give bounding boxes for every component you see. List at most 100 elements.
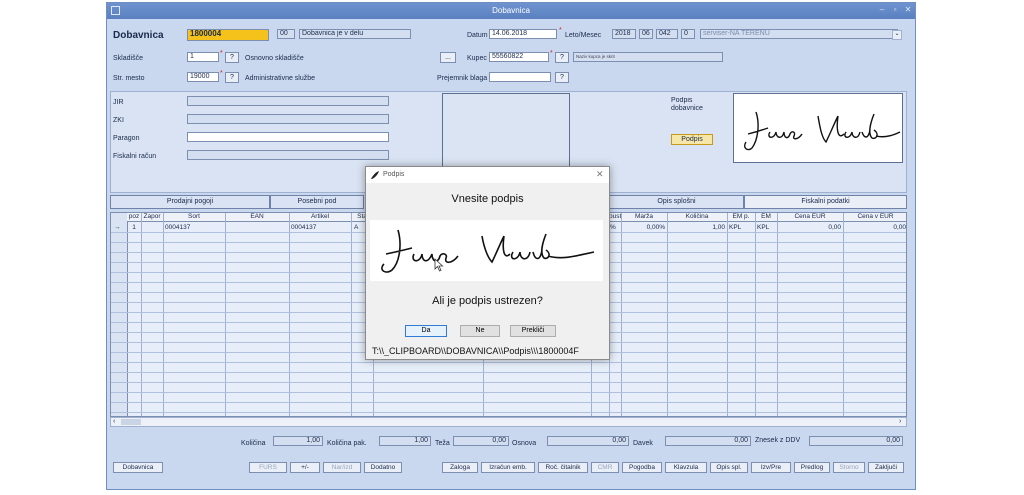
strmesto-lookup-button[interactable]: ?	[225, 72, 239, 83]
required-marker: *	[559, 27, 562, 34]
cell-emp[interactable]: KPL	[729, 223, 755, 232]
grid-line	[225, 213, 226, 416]
racun-label: Fiskalni račun	[113, 153, 157, 160]
minimize-icon[interactable]: –	[877, 5, 887, 15]
horizontal-scrollbar[interactable]: ‹ ›	[110, 417, 907, 427]
osnova-field: 0,00	[547, 436, 629, 446]
kupec-field[interactable]: 55560822	[489, 52, 549, 62]
grid-line	[621, 213, 622, 416]
col-marza[interactable]: Marža	[621, 213, 667, 222]
cancel-button[interactable]: Prekliči	[510, 325, 556, 337]
grid-line	[289, 213, 290, 416]
roc-citalnik-button[interactable]: Roč. čitalnik	[538, 462, 588, 473]
klavzula-button[interactable]: Klavzula	[665, 462, 707, 473]
signature-path: T:\\_CLIPBOARD\\DOBAVNICA\\Podpis\\\1800…	[372, 346, 579, 356]
cell-kolicina[interactable]: 1,00	[667, 223, 725, 232]
col-emp[interactable]: EM p.	[727, 213, 755, 222]
status-text-field: Dobavnica je v delu	[299, 29, 411, 39]
quill-icon	[371, 171, 379, 179]
num1-field: 042	[656, 29, 678, 39]
strmesto-field[interactable]: 19000	[187, 72, 219, 82]
maximize-icon[interactable]: ▫	[890, 5, 900, 15]
izracun-button[interactable]: Izračun emb.	[481, 462, 535, 473]
signature-pad[interactable]	[370, 220, 603, 281]
signature-preview	[733, 93, 903, 163]
signature-dialog: Podpis ✕ Vnesite podpis Ali je podpis us…	[365, 166, 610, 360]
row-indicator-column	[111, 213, 128, 416]
col-artikel[interactable]: Artikel	[289, 213, 351, 222]
window-title: Dobavnica	[492, 6, 530, 15]
tab-opis-splosni[interactable]: Opis splošni	[609, 195, 744, 209]
kolpak-total-label: Količina pak.	[327, 440, 367, 447]
jir-label: JIR	[113, 99, 124, 106]
dobavnica-button[interactable]: Dobavnica	[113, 462, 163, 473]
plusminus-button[interactable]: +/-	[290, 462, 320, 473]
col-zapor[interactable]: Zapor	[141, 213, 163, 222]
paragon-field[interactable]	[187, 132, 389, 142]
kupec-browse-button[interactable]: ...	[440, 52, 456, 63]
pogodba-button[interactable]: Pogodba	[622, 462, 662, 473]
kupec-label: Kupec	[467, 55, 487, 62]
scroll-right-icon[interactable]: ›	[899, 418, 901, 425]
znesek-label: Znesek z DDV	[755, 437, 801, 444]
col-ean[interactable]: EAN	[225, 213, 289, 222]
cell-cenav[interactable]: 0,00	[843, 223, 906, 232]
col-poz[interactable]: poz	[127, 213, 141, 222]
kupec-name-field: Naziv kupca je skrit	[573, 52, 723, 62]
col-sort[interactable]: Sort	[163, 213, 225, 222]
cell-em[interactable]: KPL	[757, 223, 777, 232]
furs-button[interactable]: FURS	[249, 462, 287, 473]
dialog-close-icon[interactable]: ✕	[596, 169, 604, 180]
dodatno-button[interactable]: Dodatno	[364, 462, 402, 473]
no-button[interactable]: Ne	[460, 325, 500, 337]
zaloga-button[interactable]: Zaloga	[442, 462, 478, 473]
kolicina-total-field: 1,00	[273, 436, 323, 446]
yes-button[interactable]: Da	[405, 325, 447, 337]
scroll-thumb[interactable]	[121, 419, 141, 425]
storno-button[interactable]: Storno	[833, 462, 865, 473]
izv-pre-button[interactable]: Izv/Pre	[751, 462, 791, 473]
col-kolicina[interactable]: Količina	[667, 213, 727, 222]
col-em[interactable]: EM	[755, 213, 777, 222]
grid-line	[141, 213, 142, 416]
cell-sort[interactable]: 0004137	[165, 223, 225, 232]
cell-pust[interactable]: %	[610, 223, 620, 232]
col-cena[interactable]: Cena EUR	[777, 213, 843, 222]
zakljuci-button[interactable]: Zaključi	[868, 462, 904, 473]
doc-number-field[interactable]: 1800004	[187, 29, 269, 41]
grid-line	[667, 213, 668, 416]
tab-prodajni-pogoji[interactable]: Prodajni pogoji	[110, 195, 270, 209]
opis-spl-button[interactable]: Opis spl.	[710, 462, 748, 473]
grid-line	[111, 392, 906, 393]
col-cenav[interactable]: Cena v EUR	[843, 213, 906, 222]
cell-marza[interactable]: 0,00%	[621, 223, 665, 232]
cell-artikel[interactable]: 0004137	[291, 223, 351, 232]
tab-fiskalni-podatki[interactable]: Fiskalni podatki	[744, 195, 907, 209]
predlog-button[interactable]: Predlog	[794, 462, 830, 473]
chevron-down-icon[interactable]: ⌄	[892, 30, 902, 40]
num2-field: 0	[681, 29, 695, 39]
narizd-button[interactable]: Nar/izd	[323, 462, 361, 473]
skladisce-field[interactable]: 1	[187, 52, 219, 62]
grid-line	[111, 382, 906, 383]
racun-field	[187, 150, 389, 160]
col-pust[interactable]: pust	[609, 213, 621, 222]
datum-field[interactable]: 14.06.2018	[489, 29, 557, 39]
kupec-lookup-button[interactable]: ?	[555, 52, 569, 63]
prejemnik-label: Prejemnik blaga	[437, 75, 488, 82]
skladisce-lookup-button[interactable]: ?	[225, 52, 239, 63]
cell-cena[interactable]: 0,00	[777, 223, 841, 232]
prejemnik-lookup-button[interactable]: ?	[555, 72, 569, 83]
prejemnik-field[interactable]	[489, 72, 551, 82]
grid-line	[727, 213, 728, 416]
signature-drawing	[381, 229, 595, 273]
servis-field[interactable]: serviser-NA TERENU	[700, 29, 898, 39]
scroll-left-icon[interactable]: ‹	[113, 418, 115, 425]
cell-poz[interactable]: 1	[127, 223, 141, 232]
grid-line	[111, 412, 906, 413]
cmr-button[interactable]: CMR	[591, 462, 619, 473]
required-marker: *	[220, 50, 223, 57]
close-icon[interactable]: ✕	[903, 5, 913, 15]
podpis-button[interactable]: Podpis	[671, 134, 713, 145]
tab-posebni-pogoji[interactable]: Posebni pod	[270, 195, 364, 209]
